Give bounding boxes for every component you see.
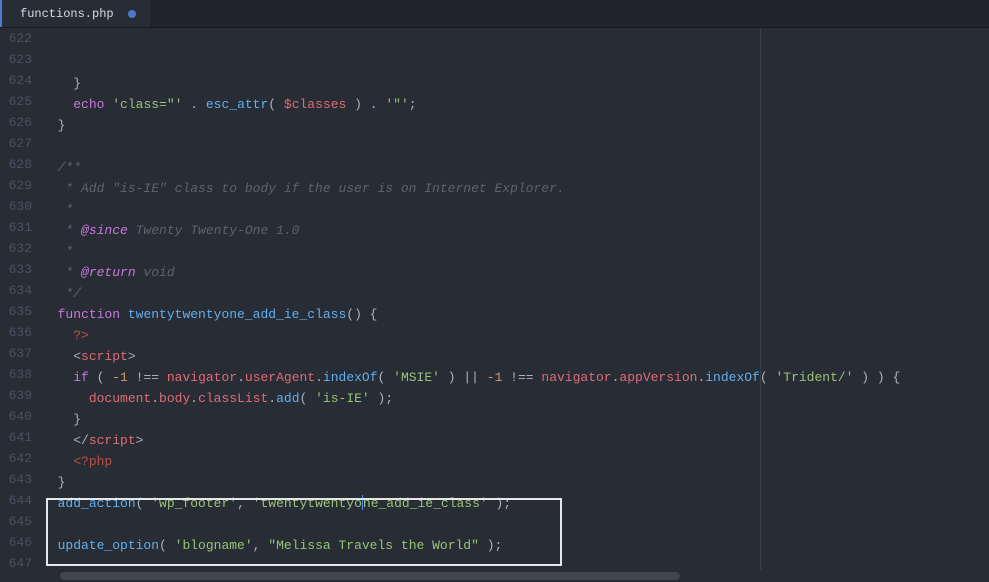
code-line[interactable] <box>42 136 989 157</box>
code-line[interactable] <box>42 514 989 535</box>
code-line[interactable]: /** <box>42 157 989 178</box>
text-cursor <box>362 495 363 510</box>
line-number: 622 <box>0 28 32 49</box>
code-line[interactable]: function twentytwentyone_add_ie_class() … <box>42 304 989 325</box>
code-line[interactable]: echo 'class="' . esc_attr( $classes ) . … <box>42 94 989 115</box>
line-number: 631 <box>0 217 32 238</box>
line-number-gutter: 6226236246256266276286296306316326336346… <box>0 28 42 570</box>
tab-bar: functions.php <box>0 0 989 28</box>
line-number: 642 <box>0 448 32 469</box>
line-number: 630 <box>0 196 32 217</box>
code-line[interactable]: document.body.classList.add( 'is-IE' ); <box>42 388 989 409</box>
code-line[interactable]: update_option( 'blogname', "Melissa Trav… <box>42 535 989 556</box>
code-line[interactable]: if ( -1 !== navigator.userAgent.indexOf(… <box>42 367 989 388</box>
line-number: 627 <box>0 133 32 154</box>
code-line[interactable]: * <box>42 199 989 220</box>
line-number: 644 <box>0 490 32 511</box>
line-number: 636 <box>0 322 32 343</box>
line-number: 623 <box>0 49 32 70</box>
line-number: 640 <box>0 406 32 427</box>
line-number: 626 <box>0 112 32 133</box>
code-line[interactable]: * @since Twenty Twenty-One 1.0 <box>42 220 989 241</box>
line-number: 635 <box>0 301 32 322</box>
line-number: 647 <box>0 553 32 574</box>
code-editor[interactable]: 6226236246256266276286296306316326336346… <box>0 28 989 570</box>
code-line[interactable]: } <box>42 115 989 136</box>
code-line[interactable]: ?> <box>42 325 989 346</box>
code-line[interactable]: </script> <box>42 430 989 451</box>
code-line[interactable]: add_action( 'wp_footer', 'twentytwentyon… <box>42 493 989 514</box>
line-number: 646 <box>0 532 32 553</box>
line-number: 625 <box>0 91 32 112</box>
line-number: 639 <box>0 385 32 406</box>
code-area[interactable]: } echo 'class="' . esc_attr( $classes ) … <box>42 28 989 570</box>
code-line[interactable] <box>42 556 989 570</box>
line-number: 634 <box>0 280 32 301</box>
code-line[interactable]: * @return void <box>42 262 989 283</box>
wrap-ruler <box>760 28 761 570</box>
tab-functions-php[interactable]: functions.php <box>0 0 150 27</box>
code-line[interactable]: * Add "is-IE" class to body if the user … <box>42 178 989 199</box>
line-number: 629 <box>0 175 32 196</box>
line-number: 632 <box>0 238 32 259</box>
horizontal-scrollbar[interactable] <box>42 570 989 582</box>
horizontal-scrollbar-thumb[interactable] <box>60 572 680 580</box>
line-number: 645 <box>0 511 32 532</box>
code-line[interactable]: * <box>42 241 989 262</box>
line-number: 628 <box>0 154 32 175</box>
code-line[interactable]: } <box>42 472 989 493</box>
line-number: 641 <box>0 427 32 448</box>
code-line[interactable]: <script> <box>42 346 989 367</box>
code-line[interactable]: } <box>42 409 989 430</box>
line-number: 633 <box>0 259 32 280</box>
modified-dot-icon <box>128 10 136 18</box>
code-line[interactable]: <?php <box>42 451 989 472</box>
line-number: 643 <box>0 469 32 490</box>
line-number: 624 <box>0 70 32 91</box>
line-number: 637 <box>0 343 32 364</box>
code-line[interactable]: } <box>42 73 989 94</box>
code-line[interactable]: */ <box>42 283 989 304</box>
tab-filename: functions.php <box>20 7 114 21</box>
line-number: 638 <box>0 364 32 385</box>
